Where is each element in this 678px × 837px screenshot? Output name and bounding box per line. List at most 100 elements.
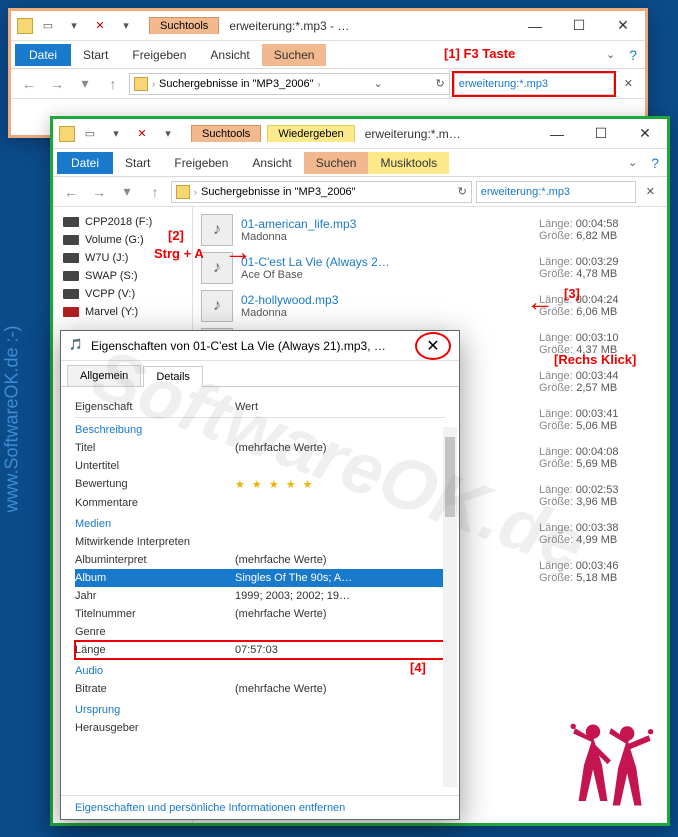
ribbon-2: Datei Start Freigeben Ansicht Suchen Mus… [53, 149, 667, 177]
qat-close-icon[interactable]: ✕ [131, 123, 153, 145]
chevron-right-icon: › [152, 79, 155, 89]
file-row[interactable]: 02-hollywood.mp3MadonnaLänge: 00:04:24Gr… [193, 287, 667, 325]
nav-up-icon[interactable]: ↑ [101, 72, 125, 96]
prop-subtitle[interactable]: Untertitel [75, 457, 445, 475]
nav-forward-icon[interactable]: → [45, 72, 69, 96]
tab-general[interactable]: Allgemein [67, 365, 141, 386]
breadcrumb-box[interactable]: › Suchergebnisse in "MP3_2006" ↻ [171, 181, 472, 203]
prop-comments[interactable]: Kommentare [75, 494, 445, 512]
tab-search[interactable]: Suchen [304, 152, 369, 174]
file-row[interactable]: 01-C'est La Vie (Always 2…Ace Of BaseLän… [193, 249, 667, 287]
qat-dropdown-icon[interactable]: ▾ [157, 123, 179, 145]
minimize-button[interactable]: — [513, 11, 557, 41]
scroll-thumb[interactable] [445, 437, 455, 517]
search-tools-tab[interactable]: Suchtools [149, 17, 219, 34]
tab-share[interactable]: Freigeben [162, 152, 240, 174]
section-origin: Ursprung [75, 698, 445, 719]
prop-bitrate[interactable]: Bitrate(mehrfache Werte) [75, 680, 445, 698]
prop-albumartist[interactable]: Albuminterpret(mehrfache Werte) [75, 551, 445, 569]
sidebar-drive[interactable]: Volume (G:) [53, 231, 192, 249]
tab-music[interactable]: Musiktools [368, 152, 449, 174]
section-audio: Audio [75, 659, 445, 680]
tab-start[interactable]: Start [71, 44, 120, 66]
file-menu[interactable]: Datei [15, 44, 71, 66]
titlebar-2: ▭ ▾ ✕ ▾ Suchtools Wiedergeben erweiterun… [53, 119, 667, 149]
sidebar-drive[interactable]: Marvel (Y:) [53, 303, 192, 321]
maximize-button[interactable]: ☐ [557, 11, 601, 41]
drive-icon [63, 307, 79, 317]
nav-back-icon[interactable]: ← [17, 72, 41, 96]
chevron-down-icon[interactable]: ⌄ [600, 48, 621, 61]
nav-forward-icon[interactable]: → [87, 180, 111, 204]
prop-publisher[interactable]: Herausgeber [75, 719, 445, 737]
sidebar-drive[interactable]: VCPP (V:) [53, 285, 192, 303]
prop-genre[interactable]: Genre [75, 623, 445, 641]
nav-up-icon[interactable]: ↑ [143, 180, 167, 204]
file-name: 01-american_life.mp3 [241, 217, 531, 231]
prop-length[interactable]: Länge07:57:03 [75, 641, 445, 659]
sidebar-drive[interactable]: SWAP (S:) [53, 267, 192, 285]
help-icon[interactable]: ? [621, 47, 645, 63]
tab-search[interactable]: Suchen [262, 44, 327, 66]
file-row[interactable]: 01-american_life.mp3MadonnaLänge: 00:04:… [193, 211, 667, 249]
refresh-icon[interactable]: ↻ [436, 77, 445, 90]
qat-btn[interactable]: ▾ [63, 15, 85, 37]
prop-album[interactable]: AlbumSingles Of The 90s; A… [75, 569, 445, 587]
chevron-right-icon: › [318, 79, 321, 89]
clear-search-icon[interactable]: ✕ [640, 185, 661, 198]
properties-dialog: 🎵 Eigenschaften von 01-C'est La Vie (Alw… [60, 330, 460, 820]
close-button[interactable]: ✕ [415, 332, 451, 360]
dialog-body: EigenschaftWert Beschreibung Titel(mehrf… [61, 387, 459, 795]
close-button[interactable]: ✕ [623, 119, 667, 149]
prop-title[interactable]: Titel(mehrfache Werte) [75, 439, 445, 457]
tab-start[interactable]: Start [113, 152, 162, 174]
folder-icon [59, 126, 75, 142]
breadcrumb[interactable]: Suchergebnisse in "MP3_2006" [159, 78, 314, 90]
audio-file-icon [201, 290, 233, 322]
qat-btn[interactable]: ▾ [105, 123, 127, 145]
sidebar-drive[interactable]: CPP2018 (F:) [53, 213, 192, 231]
remove-properties-link[interactable]: Eigenschaften und persönliche Informatio… [61, 795, 459, 820]
qat-dropdown-icon[interactable]: ▾ [115, 15, 137, 37]
scrollbar[interactable] [443, 427, 457, 787]
close-button[interactable]: ✕ [601, 11, 645, 41]
file-menu[interactable]: Datei [57, 152, 113, 174]
help-icon[interactable]: ? [643, 155, 667, 171]
nav-back-icon[interactable]: ← [59, 180, 83, 204]
watermark-side: www.SoftwareOK.de :-) [2, 325, 23, 512]
file-name: 02-hollywood.mp3 [241, 293, 531, 307]
qat-btn[interactable]: ▭ [79, 123, 101, 145]
tab-share[interactable]: Freigeben [120, 44, 198, 66]
dialog-title: Eigenschaften von 01-C'est La Vie (Alway… [91, 339, 415, 353]
minimize-button[interactable]: — [535, 119, 579, 149]
maximize-button[interactable]: ☐ [579, 119, 623, 149]
clear-search-icon[interactable]: ✕ [618, 77, 639, 90]
window-title: erweiterung:*.m… [355, 127, 535, 141]
qat-close-icon[interactable]: ✕ [89, 15, 111, 37]
prop-rating[interactable]: Bewertung★ ★ ★ ★ ★ [75, 475, 445, 494]
nav-history-icon[interactable]: ▾ [73, 72, 97, 96]
file-metadata: Länge: 00:03:10Größe: 4,37 MB [539, 332, 659, 356]
dialog-titlebar: 🎵 Eigenschaften von 01-C'est La Vie (Alw… [61, 331, 459, 361]
search-input[interactable]: erweiterung:*.mp3 [454, 73, 614, 95]
search-input[interactable]: erweiterung:*.mp3 [476, 181, 636, 203]
tab-view[interactable]: Ansicht [198, 44, 261, 66]
search-tools-tab[interactable]: Suchtools [191, 125, 261, 142]
dropdown-icon[interactable]: ⌄ [373, 77, 382, 90]
folder-icon [17, 18, 33, 34]
prop-contrib[interactable]: Mitwirkende Interpreten [75, 533, 445, 551]
nav-history-icon[interactable]: ▾ [115, 180, 139, 204]
prop-year[interactable]: Jahr1999; 2003; 2002; 19… [75, 587, 445, 605]
dancers-graphic [566, 715, 656, 815]
tab-view[interactable]: Ansicht [240, 152, 303, 174]
breadcrumb-box[interactable]: › Suchergebnisse in "MP3_2006" › ⌄ ↻ [129, 73, 450, 95]
chevron-down-icon[interactable]: ⌄ [622, 156, 643, 169]
qat-btn[interactable]: ▭ [37, 15, 59, 37]
tab-details[interactable]: Details [143, 366, 203, 387]
prop-track[interactable]: Titelnummer(mehrfache Werte) [75, 605, 445, 623]
refresh-icon[interactable]: ↻ [458, 185, 467, 198]
breadcrumb[interactable]: Suchergebnisse in "MP3_2006" [201, 186, 356, 198]
audio-file-icon: 🎵 [69, 338, 85, 354]
sidebar-drive[interactable]: W7U (J:) [53, 249, 192, 267]
music-tools-tab[interactable]: Wiedergeben [267, 125, 354, 142]
